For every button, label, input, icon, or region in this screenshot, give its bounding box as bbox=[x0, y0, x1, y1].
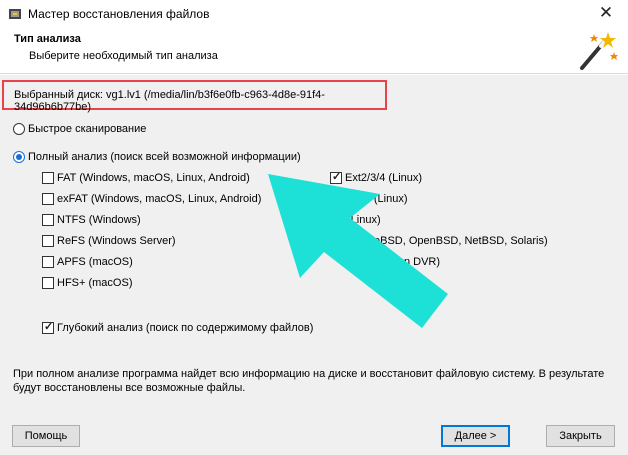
wizard-body: Выбранный диск: vg1.lv1 (/media/lin/b3f6… bbox=[0, 75, 628, 455]
quick-scan-label[interactable]: Быстрое сканирование bbox=[28, 123, 146, 135]
fs-apfs-checkbox[interactable]: APFS (macOS) bbox=[42, 256, 133, 268]
quick-scan-radio[interactable]: Быстрое сканирование bbox=[13, 123, 146, 135]
fs-refs-box[interactable] bbox=[42, 235, 54, 247]
fs-reiser-label[interactable]: erFS (Linux) bbox=[347, 193, 408, 205]
info-text: При полном анализе программа найдет всю … bbox=[13, 368, 605, 394]
full-scan-radio[interactable]: Полный анализ (поиск всей возможной инфо… bbox=[13, 151, 301, 163]
fs-linux-label[interactable]: (Linux) bbox=[347, 214, 381, 226]
fs-ext-box[interactable] bbox=[330, 170, 342, 184]
fs-ntfs-checkbox[interactable]: NTFS (Windows) bbox=[42, 214, 141, 226]
fs-apfs-label[interactable]: APFS (macOS) bbox=[57, 256, 133, 268]
selected-disk-box: Выбранный диск: vg1.lv1 (/media/lin/b3f6… bbox=[2, 80, 387, 113]
fs-refs-label[interactable]: ReFS (Windows Server) bbox=[57, 235, 176, 247]
close-icon[interactable]: ✕ bbox=[592, 2, 620, 24]
fs-fat-checkbox[interactable]: FAT (Windows, macOS, Linux, Android) bbox=[42, 172, 250, 184]
fs-exfat-checkbox[interactable]: exFAT (Windows, macOS, Linux, Android) bbox=[42, 193, 261, 205]
fs-hfs-checkbox[interactable]: HFS+ (macOS) bbox=[42, 277, 132, 289]
next-button[interactable]: Далее > bbox=[441, 425, 510, 447]
quick-scan-radio-circle[interactable] bbox=[13, 123, 25, 135]
magic-wand-icon bbox=[580, 32, 618, 70]
full-scan-radio-circle[interactable] bbox=[13, 151, 25, 163]
help-button[interactable]: Помощь bbox=[12, 425, 80, 447]
deep-scan-checkbox[interactable]: Глубокий анализ (поиск по содержимому фа… bbox=[42, 320, 313, 334]
fs-apfs-box[interactable] bbox=[42, 256, 54, 268]
fs-fat-box[interactable] bbox=[42, 172, 54, 184]
fs-refs-checkbox[interactable]: ReFS (Windows Server) bbox=[42, 235, 176, 247]
fs-dvr-label[interactable]: ikvision DVR) bbox=[374, 256, 440, 268]
page-title: Тип анализа bbox=[14, 33, 81, 45]
deep-scan-label[interactable]: Глубокий анализ (поиск по содержимому фа… bbox=[57, 322, 313, 334]
wizard-header: Тип анализа Выберите необходимый тип ана… bbox=[0, 28, 628, 74]
selected-disk-label: Выбранный диск: vg1.lv1 (/media/lin/b3f6… bbox=[14, 89, 325, 113]
fs-ntfs-box[interactable] bbox=[42, 214, 54, 226]
fs-fat-label[interactable]: FAT (Windows, macOS, Linux, Android) bbox=[57, 172, 250, 184]
close-button[interactable]: Закрыть bbox=[546, 425, 615, 447]
fs-ntfs-label[interactable]: NTFS (Windows) bbox=[57, 214, 141, 226]
fs-ext-checkbox[interactable]: Ext2/3/4 (Linux) bbox=[330, 170, 422, 184]
fs-hfs-box[interactable] bbox=[42, 277, 54, 289]
deep-scan-box[interactable] bbox=[42, 320, 54, 334]
title-bar: Мастер восстановления файлов ✕ bbox=[0, 0, 628, 28]
recovery-app-icon bbox=[9, 9, 21, 19]
full-scan-label[interactable]: Полный анализ (поиск всей возможной инфо… bbox=[28, 151, 301, 163]
fs-ext-label[interactable]: Ext2/3/4 (Linux) bbox=[345, 172, 422, 184]
fs-exfat-box[interactable] bbox=[42, 193, 54, 205]
window-title: Мастер восстановления файлов bbox=[28, 7, 210, 21]
fs-bsd-label[interactable]: eBSD, OpenBSD, NetBSD, Solaris) bbox=[374, 235, 548, 247]
fs-exfat-label[interactable]: exFAT (Windows, macOS, Linux, Android) bbox=[57, 193, 261, 205]
fs-hfs-label[interactable]: HFS+ (macOS) bbox=[57, 277, 132, 289]
page-subtitle: Выберите необходимый тип анализа bbox=[29, 50, 218, 62]
